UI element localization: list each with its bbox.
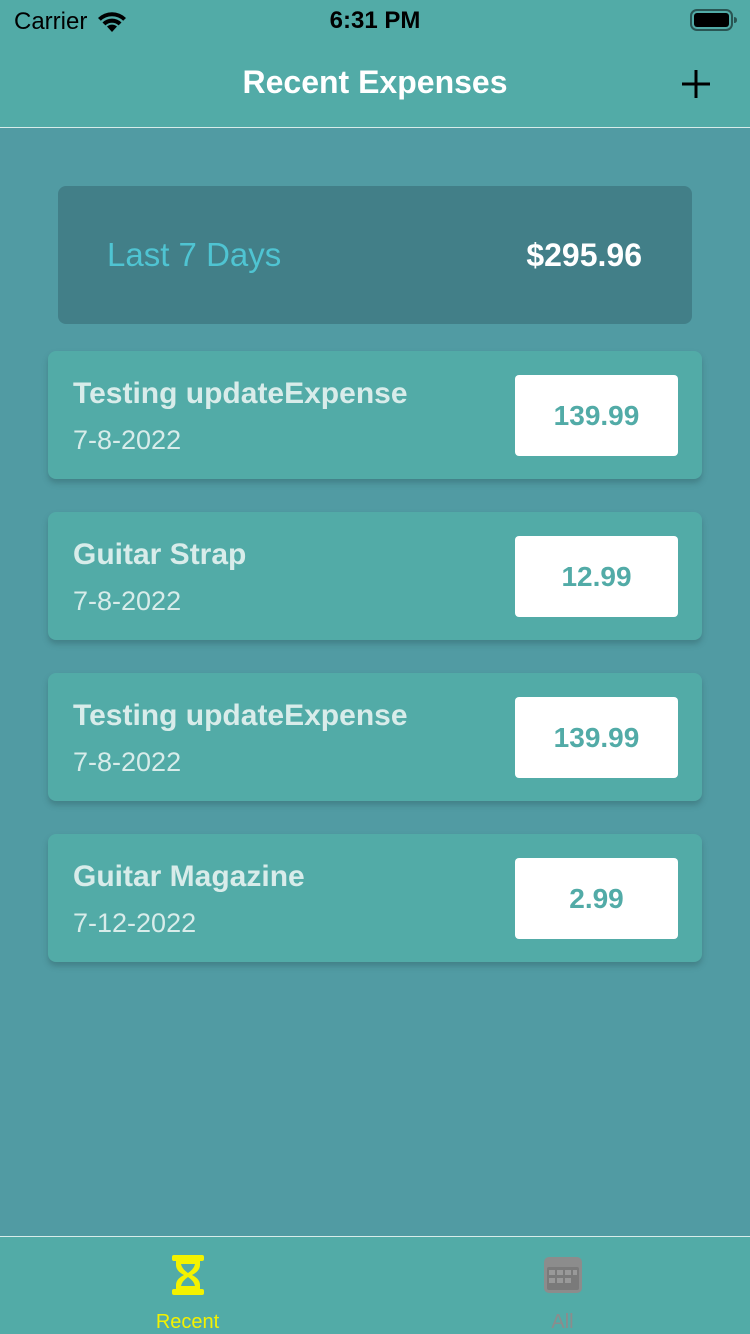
expense-description: Testing updateExpense — [73, 377, 408, 410]
page-title: Recent Expenses — [242, 64, 508, 100]
status-bar: Carrier 6:31 PM — [0, 0, 750, 40]
expense-description: Guitar Magazine — [73, 860, 305, 893]
expense-date: 7-8-2022 — [73, 586, 182, 616]
header: Carrier 6:31 PM Recent Expenses — [0, 0, 750, 128]
summary-total: $295.96 — [526, 237, 642, 273]
tab-recent[interactable]: Recent — [0, 1237, 375, 1334]
tab-bar: Recent All — [0, 1236, 750, 1334]
tab-recent-label: Recent — [155, 1311, 220, 1333]
expense-description: Testing updateExpense — [73, 699, 408, 732]
expense-description: Guitar Strap — [73, 538, 247, 571]
expense-item[interactable]: Testing updateExpense 7-8-2022 139.99 — [48, 673, 702, 801]
expense-date: 7-8-2022 — [73, 747, 182, 777]
expense-amount: 2.99 — [515, 858, 678, 939]
battery-icon — [690, 9, 737, 31]
expense-amount: 139.99 — [515, 697, 678, 778]
status-time: 6:31 PM — [329, 7, 421, 34]
hourglass-icon — [171, 1255, 204, 1295]
expense-item[interactable]: Guitar Magazine 7-12-2022 2.99 — [48, 834, 702, 962]
expense-summary: Last 7 Days $295.96 — [58, 186, 692, 324]
plus-icon[interactable] — [678, 66, 714, 102]
tab-all[interactable]: All — [375, 1237, 750, 1334]
expense-item[interactable]: Guitar Strap 7-8-2022 12.99 — [48, 512, 702, 640]
calendar-icon — [543, 1257, 582, 1293]
expense-amount: 12.99 — [515, 536, 678, 617]
expense-date: 7-12-2022 — [73, 908, 197, 938]
summary-period-label: Last 7 Days — [107, 236, 282, 273]
tab-all-label: All — [551, 1311, 574, 1333]
expense-amount: 139.99 — [515, 375, 678, 456]
expense-item[interactable]: Testing updateExpense 7-8-2022 139.99 — [48, 351, 702, 479]
expense-date: 7-8-2022 — [73, 425, 182, 455]
